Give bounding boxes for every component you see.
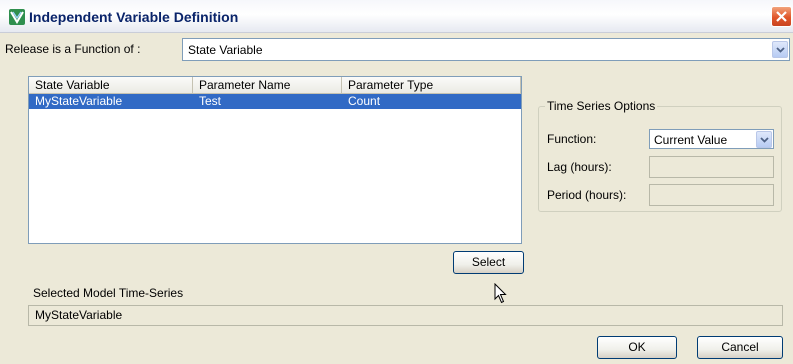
window-title: Independent Variable Definition [29, 9, 239, 25]
close-icon [776, 11, 787, 22]
column-header-parameter-name[interactable]: Parameter Name [193, 77, 342, 94]
chevron-down-icon [760, 137, 769, 143]
function-dropdown-arrow[interactable] [756, 131, 772, 148]
cell-state-variable: MyStateVariable [35, 94, 123, 108]
chevron-down-icon [776, 47, 785, 53]
time-series-options-title: Time Series Options [545, 99, 658, 113]
cell-parameter-name: Test [199, 94, 222, 108]
title-bar: Independent Variable Definition [0, 0, 793, 33]
function-value: Current Value [654, 133, 728, 147]
select-button[interactable]: Select [453, 251, 524, 274]
mouse-pointer-icon [494, 282, 508, 307]
ok-button[interactable]: OK [597, 336, 677, 359]
cell-parameter-type: Count [348, 94, 381, 108]
period-field[interactable] [649, 184, 774, 206]
column-header-state-variable[interactable]: State Variable [29, 77, 193, 94]
state-variable-table[interactable]: State Variable Parameter Name Parameter … [28, 76, 522, 244]
lag-label: Lag (hours): [547, 160, 612, 174]
close-button[interactable] [771, 6, 792, 27]
selected-series-field[interactable]: MyStateVariable [28, 305, 783, 326]
release-dropdown-arrow[interactable] [772, 41, 788, 58]
column-header-parameter-type[interactable]: Parameter Type [342, 77, 521, 94]
app-icon [9, 9, 25, 25]
function-select[interactable]: Current Value [649, 129, 774, 149]
period-label: Period (hours): [547, 188, 627, 202]
function-label: Function: [547, 132, 597, 146]
release-function-select[interactable]: State Variable [182, 38, 790, 61]
selected-series-label: Selected Model Time-Series [33, 286, 184, 300]
release-function-value: State Variable [188, 43, 263, 57]
release-label: Release is a Function of : [5, 42, 141, 56]
lag-field[interactable] [649, 156, 774, 178]
cancel-button[interactable]: Cancel [697, 336, 783, 359]
table-row[interactable]: MyStateVariable Test Count [29, 94, 521, 109]
